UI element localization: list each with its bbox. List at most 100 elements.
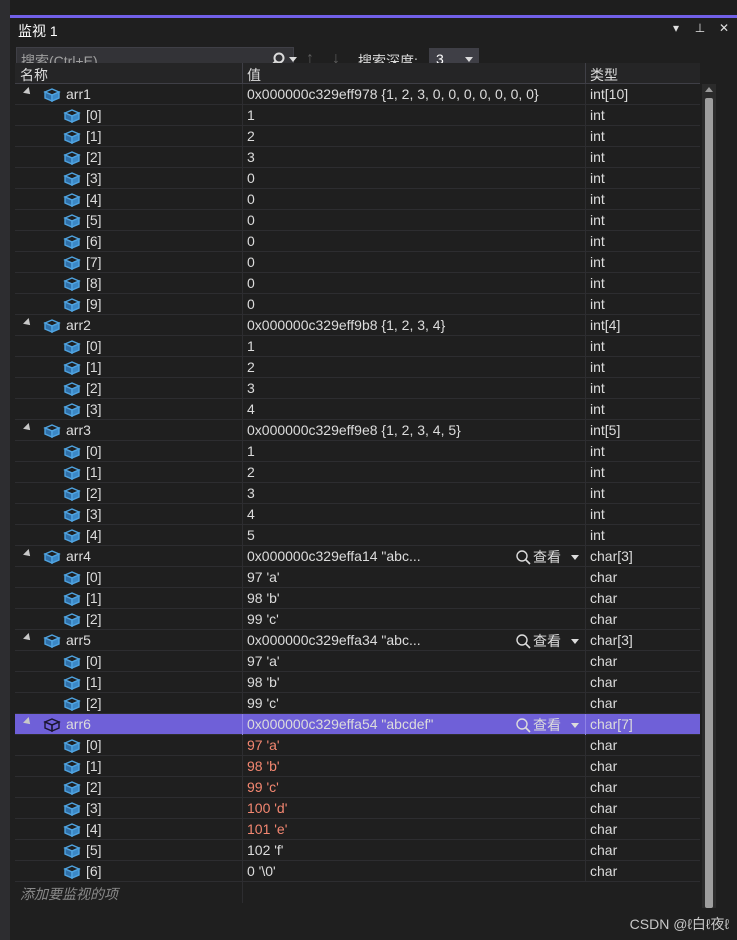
item-value[interactable]: 100 'd' [247, 800, 587, 816]
item-value[interactable]: 2 [247, 128, 587, 144]
view-label: 查看 [533, 633, 561, 649]
text-visualizer-button[interactable]: 查看 [515, 715, 579, 735]
vertical-scrollbar[interactable] [702, 84, 716, 908]
watch-item-row[interactable]: arr3 0x000000c329eff9e8 {1, 2, 3, 4, 5} in… [15, 420, 700, 441]
item-value[interactable]: 0 [247, 170, 587, 186]
array-element-row[interactable]: [3] 4 int [15, 399, 700, 420]
array-element-row[interactable]: [3] 100 'd' char [15, 798, 700, 819]
search-options-dropdown-icon[interactable] [289, 57, 297, 62]
item-value[interactable]: 0 [247, 233, 587, 249]
item-value[interactable]: 3 [247, 380, 587, 396]
array-element-row[interactable]: [0] 1 int [15, 441, 700, 462]
add-watch-placeholder[interactable]: 添加要监视的项 [20, 884, 118, 904]
array-element-row[interactable]: [2] 99 'c' char [15, 609, 700, 630]
item-value[interactable]: 98 'b' [247, 674, 587, 690]
item-value[interactable]: 99 'c' [247, 695, 587, 711]
item-value[interactable]: 99 'c' [247, 611, 587, 627]
array-element-row[interactable]: [2] 3 int [15, 147, 700, 168]
item-value[interactable]: 0x000000c329eff978 {1, 2, 3, 0, 0, 0, 0,… [247, 86, 587, 102]
item-value[interactable]: 4 [247, 401, 587, 417]
item-value[interactable]: 102 'f' [247, 842, 587, 858]
array-element-row[interactable]: [1] 98 'b' char [15, 756, 700, 777]
item-value[interactable]: 97 'a' [247, 737, 587, 753]
add-watch-row[interactable]: 添加要监视的项 [15, 882, 700, 903]
item-name: [1] [86, 128, 102, 144]
item-value[interactable]: 0 [247, 254, 587, 270]
watch-item-row[interactable]: arr1 0x000000c329eff978 {1, 2, 3, 0, 0, 0… [15, 84, 700, 105]
item-value[interactable]: 0 [247, 275, 587, 291]
item-value[interactable]: 0x000000c329eff9e8 {1, 2, 3, 4, 5} [247, 422, 587, 438]
item-value[interactable]: 1 [247, 107, 587, 123]
array-element-row[interactable]: [2] 99 'c' char [15, 693, 700, 714]
array-element-row[interactable]: [1] 98 'b' char [15, 588, 700, 609]
array-element-row[interactable]: [7] 0 int [15, 252, 700, 273]
array-element-row[interactable]: [6] 0 '\0' char [15, 861, 700, 882]
collapse-triangle-icon[interactable] [23, 717, 33, 727]
watch-item-row[interactable]: arr2 0x000000c329eff9b8 {1, 2, 3, 4} int[4… [15, 315, 700, 336]
array-element-row[interactable]: [0] 97 'a' char [15, 735, 700, 756]
array-element-row[interactable]: [1] 98 'b' char [15, 672, 700, 693]
array-element-row[interactable]: [3] 0 int [15, 168, 700, 189]
scroll-up-arrow-icon[interactable] [705, 87, 713, 92]
column-header-name[interactable]: 名称 [20, 65, 48, 85]
item-value[interactable]: 3 [247, 485, 587, 501]
item-value[interactable]: 2 [247, 359, 587, 375]
array-element-row[interactable]: [1] 2 int [15, 126, 700, 147]
array-element-row[interactable]: [0] 1 int [15, 336, 700, 357]
watch-item-row[interactable]: arr4 0x000000c329effa14 "abc... 查看 char[3] [15, 546, 700, 567]
text-visualizer-button[interactable]: 查看 [515, 631, 579, 651]
collapse-triangle-icon[interactable] [23, 423, 33, 433]
item-value[interactable]: 98 'b' [247, 590, 587, 606]
item-value[interactable]: 99 'c' [247, 779, 587, 795]
item-value[interactable]: 0 [247, 212, 587, 228]
array-element-row[interactable]: [8] 0 int [15, 273, 700, 294]
item-value[interactable]: 1 [247, 443, 587, 459]
array-element-row[interactable]: [1] 2 int [15, 357, 700, 378]
array-element-row[interactable]: [1] 2 int [15, 462, 700, 483]
array-element-row[interactable]: [0] 97 'a' char [15, 651, 700, 672]
close-icon[interactable]: ✕ [717, 21, 731, 35]
array-element-row[interactable]: [0] 1 int [15, 105, 700, 126]
array-element-row[interactable]: [9] 0 int [15, 294, 700, 315]
array-element-row[interactable]: [5] 0 int [15, 210, 700, 231]
item-value[interactable]: 0x000000c329eff9b8 {1, 2, 3, 4} [247, 317, 587, 333]
column-header-value[interactable]: 值 [247, 65, 261, 85]
item-value[interactable]: 0 [247, 191, 587, 207]
text-visualizer-button[interactable]: 查看 [515, 547, 579, 567]
watch-item-row[interactable]: arr6 0x000000c329effa54 "abcdef" 查看 char[7] [15, 714, 700, 735]
array-element-row[interactable]: [6] 0 int [15, 231, 700, 252]
item-value[interactable]: 3 [247, 149, 587, 165]
collapse-triangle-icon[interactable] [23, 549, 33, 559]
collapse-triangle-icon[interactable] [23, 318, 33, 328]
collapse-triangle-icon[interactable] [23, 87, 33, 97]
scroll-thumb[interactable] [705, 98, 713, 908]
item-value[interactable]: 5 [247, 527, 587, 543]
item-type: char [590, 863, 618, 879]
item-value[interactable]: 0 [247, 296, 587, 312]
column-divider[interactable] [585, 63, 586, 84]
array-element-row[interactable]: [2] 3 int [15, 483, 700, 504]
array-element-row[interactable]: [2] 3 int [15, 378, 700, 399]
item-value[interactable]: 0 '\0' [247, 863, 587, 879]
array-element-row[interactable]: [5] 102 'f' char [15, 840, 700, 861]
array-element-row[interactable]: [2] 99 'c' char [15, 777, 700, 798]
watch-item-row[interactable]: arr5 0x000000c329effa34 "abc... 查看 char[3] [15, 630, 700, 651]
column-divider[interactable] [242, 63, 243, 84]
item-value[interactable]: 2 [247, 464, 587, 480]
array-element-row[interactable]: [4] 0 int [15, 189, 700, 210]
array-element-row[interactable]: [3] 4 int [15, 504, 700, 525]
window-menu-dropdown-icon[interactable]: ▾ [669, 21, 683, 35]
item-value[interactable]: 4 [247, 506, 587, 522]
item-value[interactable]: 97 'a' [247, 569, 587, 585]
column-header-type[interactable]: 类型 [590, 65, 618, 85]
item-value[interactable]: 101 'e' [247, 821, 587, 837]
pin-icon[interactable]: ⊥ [693, 21, 707, 35]
array-element-row[interactable]: [4] 5 int [15, 525, 700, 546]
array-element-row[interactable]: [4] 101 'e' char [15, 819, 700, 840]
collapse-triangle-icon[interactable] [23, 633, 33, 643]
array-element-row[interactable]: [0] 97 'a' char [15, 567, 700, 588]
column-divider [585, 441, 586, 462]
item-value[interactable]: 1 [247, 338, 587, 354]
item-value[interactable]: 98 'b' [247, 758, 587, 774]
item-value[interactable]: 97 'a' [247, 653, 587, 669]
